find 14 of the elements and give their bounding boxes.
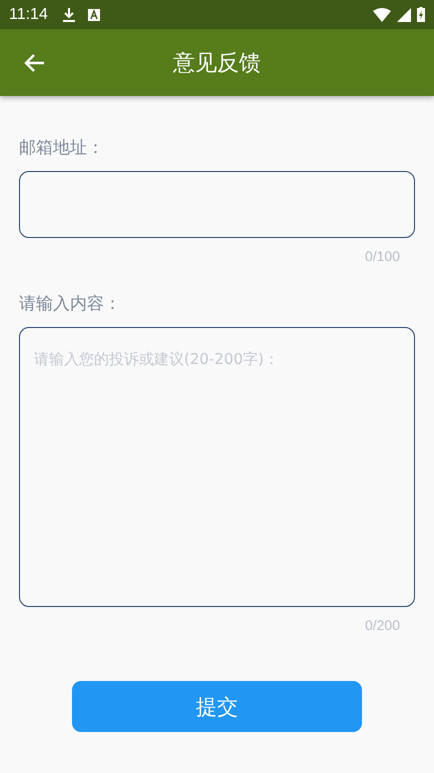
wifi-icon [373,8,391,22]
field-label: 请输入内容： [19,293,122,315]
battery-icon [417,7,425,22]
back-arrow-icon [23,52,45,72]
notification-icon [88,8,100,20]
signal-icon [397,8,411,22]
character-counter: 0/100 [364,248,400,264]
email-field[interactable] [19,171,415,238]
field-label: 邮箱地址： [19,137,105,159]
status-time: 11:14 [9,6,48,24]
page-title: 意见反馈 [173,50,261,78]
download-icon [62,6,76,22]
submit-button[interactable]: 提交 [72,681,362,732]
character-counter: 0/200 [364,617,400,633]
